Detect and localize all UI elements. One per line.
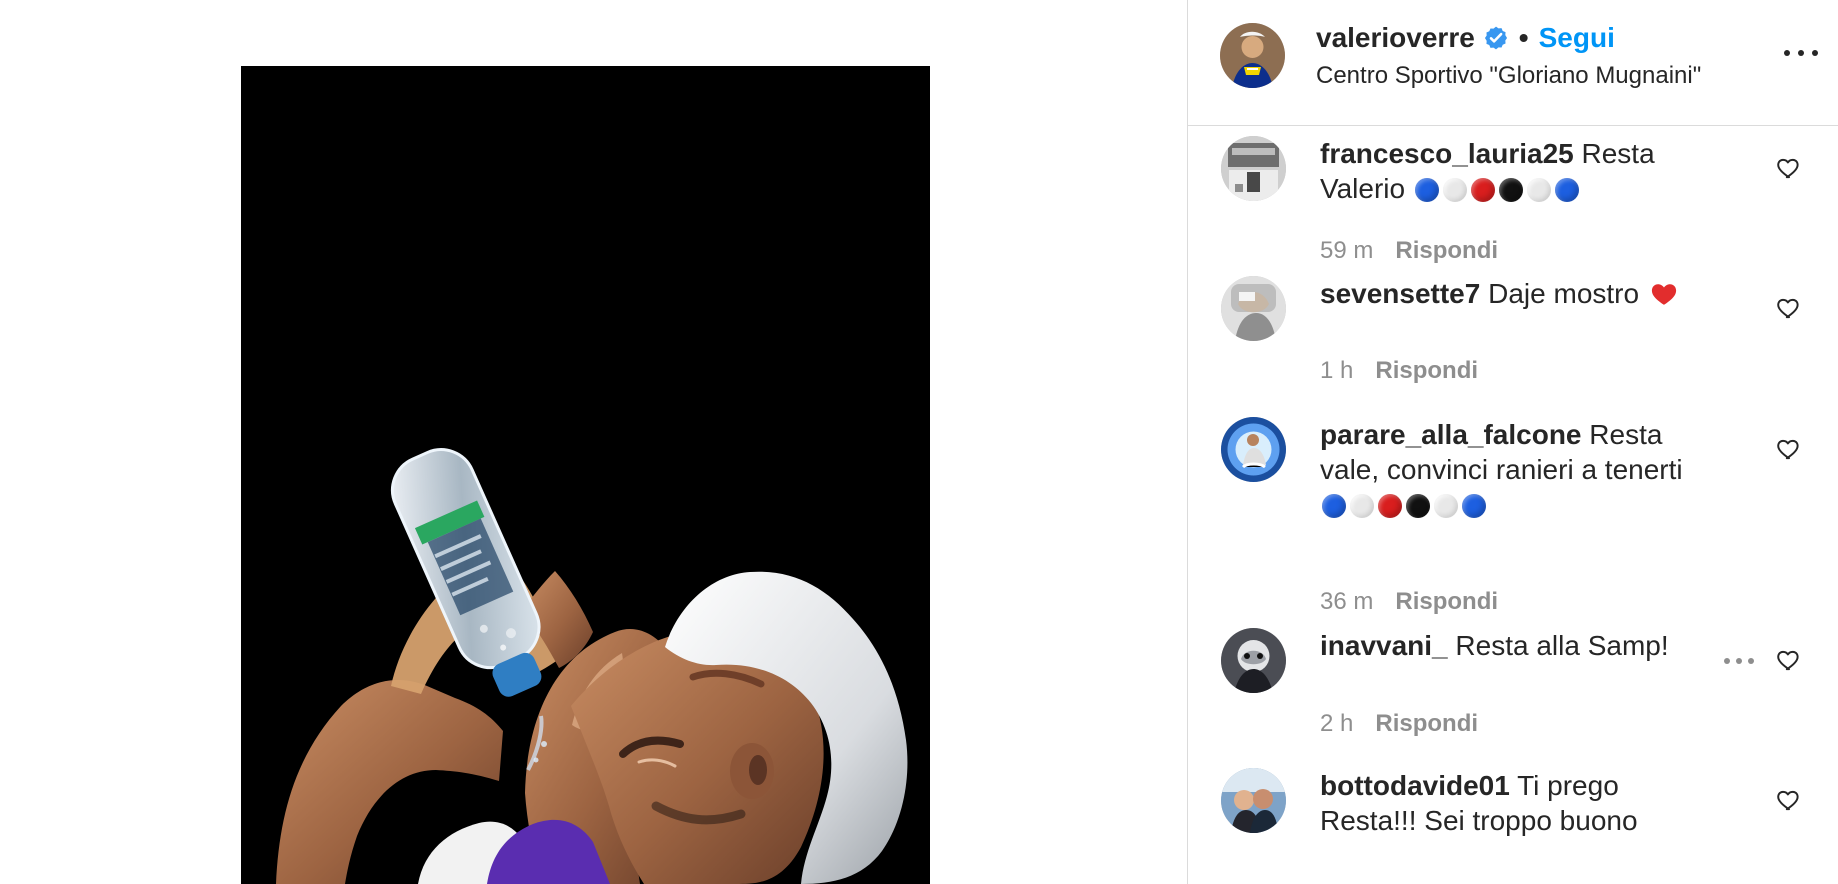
comment-username[interactable]: bottodavide01 [1320, 770, 1510, 801]
white-circle-emoji-icon [1350, 494, 1374, 518]
comment-text-block: francesco_lauria25 Resta Valerio [1320, 136, 1710, 206]
comment-text: Daje mostro [1488, 278, 1640, 309]
more-dot-icon [1724, 658, 1730, 664]
comment-item: inavvani_ Resta alla Samp! 2 h Rispondi [1188, 618, 1838, 758]
black-circle-emoji-icon [1498, 178, 1523, 202]
instagram-post-view: valerioverre • Segui Centro Sportivo "Gl… [0, 0, 1838, 884]
reply-button[interactable]: Rispondi [1375, 710, 1478, 738]
post-location[interactable]: Centro Sportivo "Gloriano Mugnaini" [1316, 62, 1701, 90]
commenter-avatar-image [1221, 628, 1286, 693]
post-photo[interactable] [241, 66, 930, 884]
white-circle-emoji-icon [1434, 494, 1458, 518]
reply-button[interactable]: Rispondi [1395, 588, 1498, 616]
comment-text-block: sevensette7 Daje mostro [1320, 276, 1710, 311]
heart-outline-icon[interactable] [1776, 787, 1802, 813]
commenter-avatar[interactable] [1221, 628, 1286, 693]
post-media-area [0, 0, 1187, 884]
comment-text-block: parare_alla_falcone Resta vale, convinci… [1320, 417, 1720, 522]
comment-meta: 2 h Rispondi [1320, 710, 1478, 738]
blue-circle-emoji-icon [1462, 494, 1486, 518]
commenter-avatar-image [1221, 417, 1286, 482]
more-dot-icon [1812, 50, 1818, 56]
comment-username[interactable]: parare_alla_falcone [1320, 419, 1582, 450]
heart-outline-icon[interactable] [1776, 436, 1802, 462]
comment-time: 2 h [1320, 710, 1354, 737]
player-drinking-photo [241, 66, 930, 884]
heart-outline-icon[interactable] [1776, 647, 1802, 673]
comment-text: Resta alla Samp! [1455, 630, 1669, 661]
comment-text-block: bottodavide01 Ti prego Resta!!! Sei trop… [1320, 768, 1710, 838]
reply-button[interactable]: Rispondi [1375, 357, 1478, 385]
author-username[interactable]: valerioverre [1316, 24, 1475, 52]
comment-options-more-icon[interactable] [1724, 655, 1754, 667]
comment-time: 36 m [1320, 588, 1374, 615]
red-heart-emoji-icon [1651, 282, 1677, 306]
separator-dot: • [1518, 22, 1529, 53]
comment-item: parare_alla_falcone Resta vale, convinci… [1188, 407, 1838, 617]
team-color-emoji-group [1322, 494, 1486, 518]
comment-meta: 59 m Rispondi [1320, 237, 1498, 265]
heart-outline-icon[interactable] [1776, 155, 1802, 181]
post-sidebar: valerioverre • Segui Centro Sportivo "Gl… [1188, 0, 1838, 884]
more-dot-icon [1784, 50, 1790, 56]
blue-circle-emoji-icon [1554, 178, 1579, 202]
comment-username[interactable]: inavvani_ [1320, 630, 1448, 661]
red-circle-emoji-icon [1470, 178, 1495, 202]
comment-time: 1 h [1320, 357, 1354, 384]
white-circle-emoji-icon [1526, 178, 1551, 202]
comment-item: sevensette7 Daje mostro 1 h Rispondi [1188, 266, 1838, 406]
comment-time: 59 m [1320, 237, 1374, 264]
more-dot-icon [1798, 50, 1804, 56]
blue-circle-emoji-icon [1322, 494, 1346, 518]
post-header: valerioverre • Segui Centro Sportivo "Gl… [1188, 0, 1838, 126]
blue-circle-emoji-icon [1414, 178, 1439, 202]
verified-badge-icon [1483, 25, 1509, 51]
red-circle-emoji-icon [1378, 494, 1402, 518]
comment-text-block: inavvani_ Resta alla Samp! [1320, 628, 1710, 663]
commenter-avatar[interactable] [1221, 136, 1286, 201]
comment-meta: 1 h Rispondi [1320, 357, 1478, 385]
author-avatar-image [1220, 23, 1285, 88]
black-circle-emoji-icon [1406, 494, 1430, 518]
comment-item: bottodavide01 Ti prego Resta!!! Sei trop… [1188, 758, 1838, 884]
post-options-more-icon[interactable] [1784, 43, 1818, 63]
more-dot-icon [1736, 658, 1742, 664]
comment-item: francesco_lauria25 Resta Valerio 59 m Ri [1188, 126, 1838, 264]
comments-list[interactable]: francesco_lauria25 Resta Valerio 59 m Ri [1188, 126, 1838, 884]
commenter-avatar[interactable] [1221, 276, 1286, 341]
commenter-avatar-image [1221, 276, 1286, 341]
comment-username[interactable]: sevensette7 [1320, 278, 1480, 309]
follow-button[interactable]: Segui [1539, 24, 1615, 52]
author-line: valerioverre • Segui [1316, 20, 1615, 56]
comment-username[interactable]: francesco_lauria25 [1320, 138, 1574, 169]
more-dot-icon [1748, 658, 1754, 664]
reply-button[interactable]: Rispondi [1395, 237, 1498, 265]
commenter-avatar-image [1221, 136, 1286, 201]
team-color-emoji-group [1414, 178, 1579, 202]
comment-meta: 36 m Rispondi [1320, 588, 1498, 616]
commenter-avatar[interactable] [1221, 417, 1286, 482]
commenter-avatar-image [1221, 768, 1286, 833]
white-circle-emoji-icon [1442, 178, 1467, 202]
heart-outline-icon[interactable] [1776, 295, 1802, 321]
author-avatar[interactable] [1220, 23, 1285, 88]
commenter-avatar[interactable] [1221, 768, 1286, 833]
